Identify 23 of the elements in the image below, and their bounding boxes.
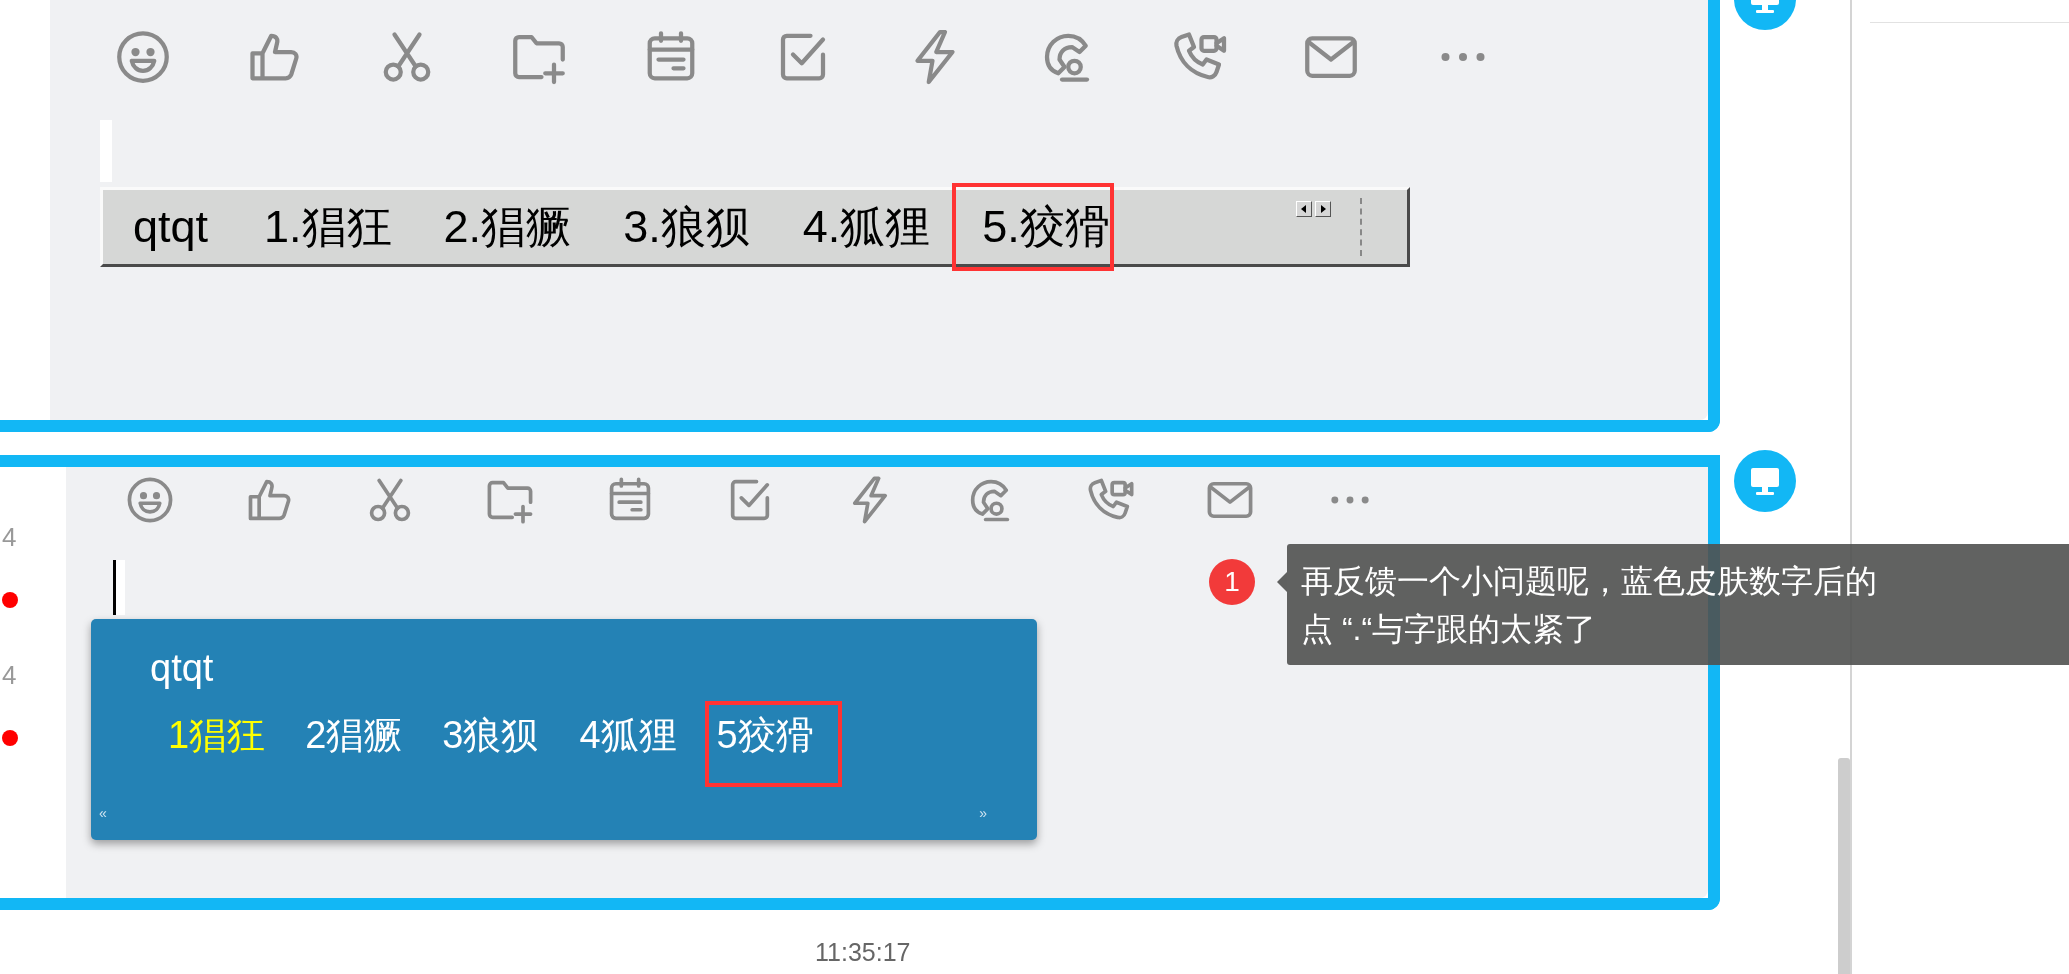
candidate-item[interactable]: 4狐狸 [579, 705, 677, 783]
candidate-item[interactable]: 2.猖獗 [443, 187, 572, 267]
message-time: 11:35:17 [815, 938, 912, 967]
next-page-button[interactable] [1315, 201, 1331, 217]
pinyin-text: qtqt [150, 646, 214, 691]
candidate-item[interactable]: 3狼狈 [442, 705, 540, 783]
candidate-item[interactable]: 3.狼狈 [623, 187, 751, 267]
right-triangle-icon [1319, 205, 1327, 213]
pinyin-text: qtqt [133, 201, 209, 253]
prev-page-button[interactable] [1296, 201, 1312, 217]
list-count: 4 [2, 522, 17, 552]
comment-text: 再反馈一个小问题呢，蓝色皮肤数字后的 点 “.“与字跟的太紧了 [1287, 544, 2069, 665]
prev-page-button[interactable]: « [99, 806, 107, 820]
scrollbar-thumb[interactable] [1838, 758, 1850, 974]
candidate-item[interactable]: 1猖狂 [168, 705, 266, 783]
left-triangle-icon [1300, 205, 1308, 213]
list-count: 4 [2, 660, 17, 690]
next-page-button[interactable]: » [979, 806, 987, 820]
candidate-item[interactable]: 4.狐狸 [802, 187, 931, 267]
candidate-item[interactable]: 2猖獗 [305, 705, 403, 783]
candidate-item[interactable]: 1.猖狂 [264, 187, 392, 267]
text-cursor [113, 560, 125, 615]
monitor-avatar-icon [1734, 450, 1796, 512]
